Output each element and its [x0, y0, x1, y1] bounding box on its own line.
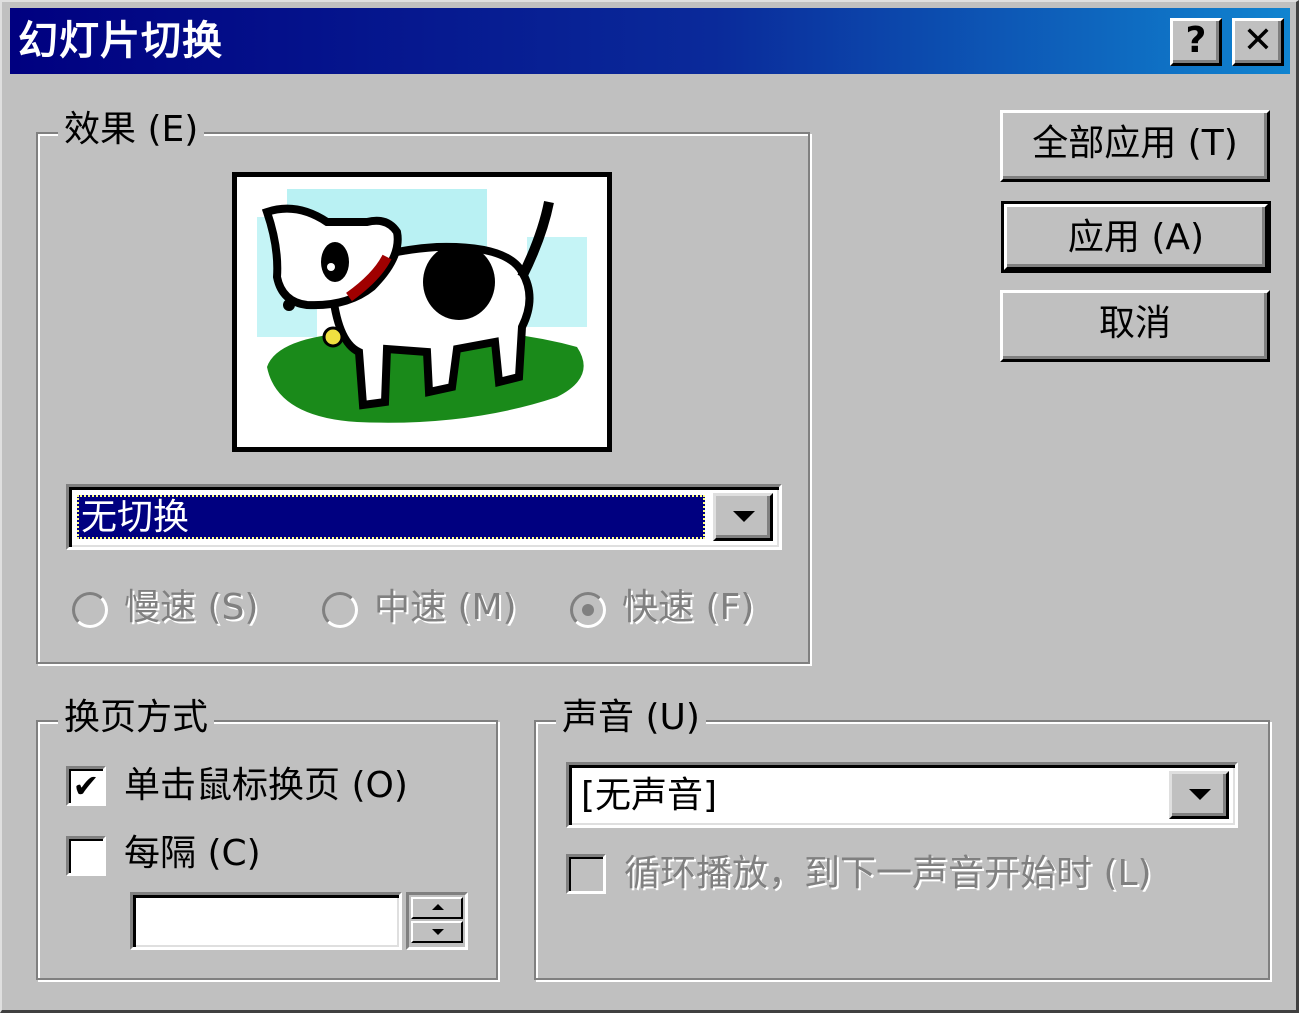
every-label: 每隔 (C)	[124, 833, 261, 874]
sound-group	[534, 720, 1270, 980]
transition-dropdown-button[interactable]	[713, 493, 773, 541]
preview-image	[232, 172, 612, 452]
interval-spinner[interactable]	[406, 892, 468, 950]
on-click-label: 单击鼠标换页 (O)	[124, 765, 408, 806]
title-bar[interactable]: 幻灯片切换 ? ✕	[10, 8, 1290, 74]
speed-medium-radio[interactable]	[322, 592, 358, 628]
advance-group-label: 换页方式	[58, 696, 215, 740]
every-checkbox[interactable]	[66, 836, 106, 876]
slide-transition-dialog: 幻灯片切换 ? ✕ 效果 (E) 无切换 慢速 (S) 中速 (M) 快速 (F…	[0, 0, 1299, 1013]
cancel-button[interactable]: 取消	[1000, 290, 1270, 362]
sound-group-label: 声音 (U)	[556, 696, 706, 740]
loop-sound-checkbox[interactable]	[566, 854, 606, 894]
sound-value: [无声音]	[581, 775, 718, 816]
every-interval-input[interactable]	[130, 892, 402, 950]
transition-effect-combobox[interactable]: 无切换	[66, 484, 782, 550]
apply-button[interactable]: 应用 (A)	[1001, 201, 1271, 273]
dog-picture	[257, 189, 587, 423]
speed-fast-radio[interactable]	[570, 592, 606, 628]
close-button[interactable]: ✕	[1232, 18, 1284, 66]
loop-sound-label: 循环播放，到下一声音开始时 (L)	[624, 853, 1152, 894]
speed-slow-radio[interactable]	[72, 592, 108, 628]
on-click-checkbox[interactable]: ✔	[66, 766, 106, 806]
spin-up-icon[interactable]	[411, 897, 463, 919]
spin-down-icon[interactable]	[411, 921, 463, 943]
sound-combobox[interactable]: [无声音]	[566, 762, 1238, 828]
help-button[interactable]: ?	[1170, 18, 1222, 66]
sound-dropdown-button[interactable]	[1169, 771, 1229, 819]
speed-medium-label: 中速 (M)	[374, 587, 517, 628]
speed-slow-label: 慢速 (S)	[124, 587, 259, 628]
transition-effect-value: 无切换	[77, 495, 705, 539]
apply-all-button[interactable]: 全部应用 (T)	[1000, 110, 1270, 182]
speed-fast-label: 快速 (F)	[622, 587, 755, 628]
effect-group-label: 效果 (E)	[58, 108, 205, 152]
dialog-title: 幻灯片切换	[18, 18, 223, 64]
